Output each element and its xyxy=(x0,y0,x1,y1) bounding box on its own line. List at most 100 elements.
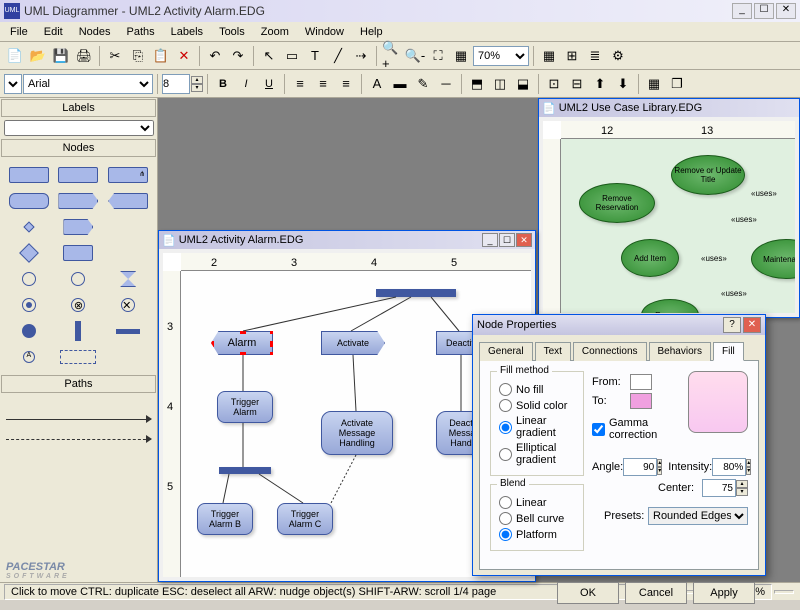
font-size-input[interactable] xyxy=(162,74,190,94)
nodes-header[interactable]: Nodes xyxy=(1,139,156,157)
tab-connections[interactable]: Connections xyxy=(573,342,647,361)
shape-flag[interactable] xyxy=(56,216,102,238)
layers-button[interactable]: ≣ xyxy=(584,45,606,67)
to-color-swatch[interactable] xyxy=(630,393,652,409)
center-down[interactable]: ▾ xyxy=(736,488,748,496)
group-button[interactable]: ⊡ xyxy=(543,73,565,95)
doc-min-button[interactable]: _ xyxy=(482,233,498,247)
shape-cross[interactable]: ✕ xyxy=(105,294,151,316)
paths-header[interactable]: Paths xyxy=(1,375,156,393)
undo-button[interactable]: ↶ xyxy=(204,45,226,67)
center-up[interactable]: ▴ xyxy=(736,480,748,488)
ok-button[interactable]: OK xyxy=(557,582,619,604)
gamma-checkbox[interactable] xyxy=(592,423,605,436)
usecase-maintenance[interactable]: Maintenance xyxy=(751,239,795,279)
size-up[interactable]: ▴ xyxy=(191,76,203,84)
shape-hourglass[interactable] xyxy=(105,268,151,290)
line-color-button[interactable]: ✎ xyxy=(412,73,434,95)
shape-circle[interactable] xyxy=(6,268,52,290)
usecase-update-title[interactable]: Remove or Update Title xyxy=(671,155,745,195)
shape-bar[interactable] xyxy=(56,320,102,342)
menu-edit[interactable]: Edit xyxy=(36,24,71,40)
italic-button[interactable]: I xyxy=(235,73,257,95)
angle-input[interactable] xyxy=(623,458,657,476)
doc-window-usecase[interactable]: 📄 UML2 Use Case Library.EDG 1213 Remove … xyxy=(538,98,800,318)
minimize-button[interactable]: _ xyxy=(732,3,752,19)
tab-general[interactable]: General xyxy=(479,342,533,361)
shape-dashed[interactable] xyxy=(56,346,102,368)
radio-bell[interactable] xyxy=(499,512,512,525)
line-tool[interactable]: ╱ xyxy=(327,45,349,67)
shape-accept[interactable] xyxy=(105,190,151,212)
intensity-up[interactable]: ▴ xyxy=(746,459,751,467)
align-center-button[interactable]: ≡ xyxy=(312,73,334,95)
zoom-page-button[interactable]: ▦ xyxy=(450,45,472,67)
cancel-button[interactable]: Cancel xyxy=(625,582,687,604)
back-button[interactable]: ⬇ xyxy=(612,73,634,95)
node-trigger-c[interactable]: Trigger Alarm C xyxy=(277,503,333,535)
front-button[interactable]: ⬆ xyxy=(589,73,611,95)
grid-button[interactable]: ▦ xyxy=(538,45,560,67)
shape-initial[interactable] xyxy=(6,320,52,342)
radio-platform[interactable] xyxy=(499,528,512,541)
print-button[interactable]: 🖨 xyxy=(73,45,95,67)
menu-labels[interactable]: Labels xyxy=(163,24,211,40)
dialog-help-button[interactable]: ? xyxy=(723,317,741,333)
paste-button[interactable]: 📋 xyxy=(150,45,172,67)
align-right-button[interactable]: ≡ xyxy=(335,73,357,95)
node-trigger-b[interactable]: Trigger Alarm B xyxy=(197,503,253,535)
menu-window[interactable]: Window xyxy=(297,24,352,40)
shape-actor[interactable]: A xyxy=(6,346,52,368)
intensity-down[interactable]: ▾ xyxy=(746,467,751,475)
menu-file[interactable]: File xyxy=(2,24,36,40)
font-select[interactable]: Arial xyxy=(23,74,153,94)
text-tool[interactable]: T xyxy=(304,45,326,67)
copy-button[interactable]: ⎘ xyxy=(127,45,149,67)
valign-bottom-button[interactable]: ⬓ xyxy=(512,73,534,95)
radio-linear[interactable] xyxy=(499,421,512,434)
zoom-select[interactable]: 70% xyxy=(473,46,529,66)
presets-select[interactable]: Rounded Edges xyxy=(648,507,748,525)
menu-tools[interactable]: Tools xyxy=(211,24,253,40)
radio-elliptical[interactable] xyxy=(499,448,512,461)
underline-button[interactable]: U xyxy=(258,73,280,95)
fill-color-button[interactable]: ▬ xyxy=(389,73,411,95)
node-properties-dialog[interactable]: Node Properties ? ✕ General Text Connect… xyxy=(472,314,766,576)
new-button[interactable]: 📄 xyxy=(4,45,26,67)
align-left-button[interactable]: ≡ xyxy=(289,73,311,95)
tile-button[interactable]: ▦ xyxy=(643,73,665,95)
radio-no-fill[interactable] xyxy=(499,383,512,396)
angle-up[interactable]: ▴ xyxy=(657,459,662,467)
shape-signal[interactable] xyxy=(56,190,102,212)
connector-tool[interactable]: ⇢ xyxy=(350,45,372,67)
text-color-button[interactable]: A xyxy=(366,73,388,95)
shape-rect[interactable] xyxy=(6,164,52,186)
shape-rounded[interactable] xyxy=(6,190,52,212)
maximize-button[interactable]: ☐ xyxy=(754,3,774,19)
size-down[interactable]: ▾ xyxy=(191,84,203,92)
node-trigger[interactable]: Trigger Alarm xyxy=(217,391,273,423)
usecase-remove-res[interactable]: Remove Reservation xyxy=(579,183,655,223)
from-color-swatch[interactable] xyxy=(630,374,652,390)
intensity-input[interactable] xyxy=(712,458,746,476)
shape-final[interactable] xyxy=(6,294,52,316)
menu-zoom[interactable]: Zoom xyxy=(253,24,297,40)
valign-middle-button[interactable]: ◫ xyxy=(489,73,511,95)
tab-text[interactable]: Text xyxy=(535,342,571,361)
delete-button[interactable]: ✕ xyxy=(173,45,195,67)
center-input[interactable] xyxy=(702,479,736,497)
radio-linear-blend[interactable] xyxy=(499,496,512,509)
labels-header[interactable]: Labels xyxy=(1,99,156,117)
dialog-close-button[interactable]: ✕ xyxy=(743,317,761,333)
line-style-button[interactable]: ─ xyxy=(435,73,457,95)
shape-target[interactable]: ⊗ xyxy=(56,294,102,316)
node-join-bar[interactable] xyxy=(219,467,271,474)
node-alarm[interactable]: Alarm xyxy=(211,331,273,355)
redo-button[interactable]: ↷ xyxy=(227,45,249,67)
shape-rect3[interactable]: ⋔ xyxy=(105,164,151,186)
select-tool[interactable]: ▭ xyxy=(281,45,303,67)
node-activate[interactable]: Activate xyxy=(321,331,385,355)
menu-help[interactable]: Help xyxy=(352,24,391,40)
cut-button[interactable]: ✂ xyxy=(104,45,126,67)
zoom-out-button[interactable]: 🔍- xyxy=(404,45,426,67)
